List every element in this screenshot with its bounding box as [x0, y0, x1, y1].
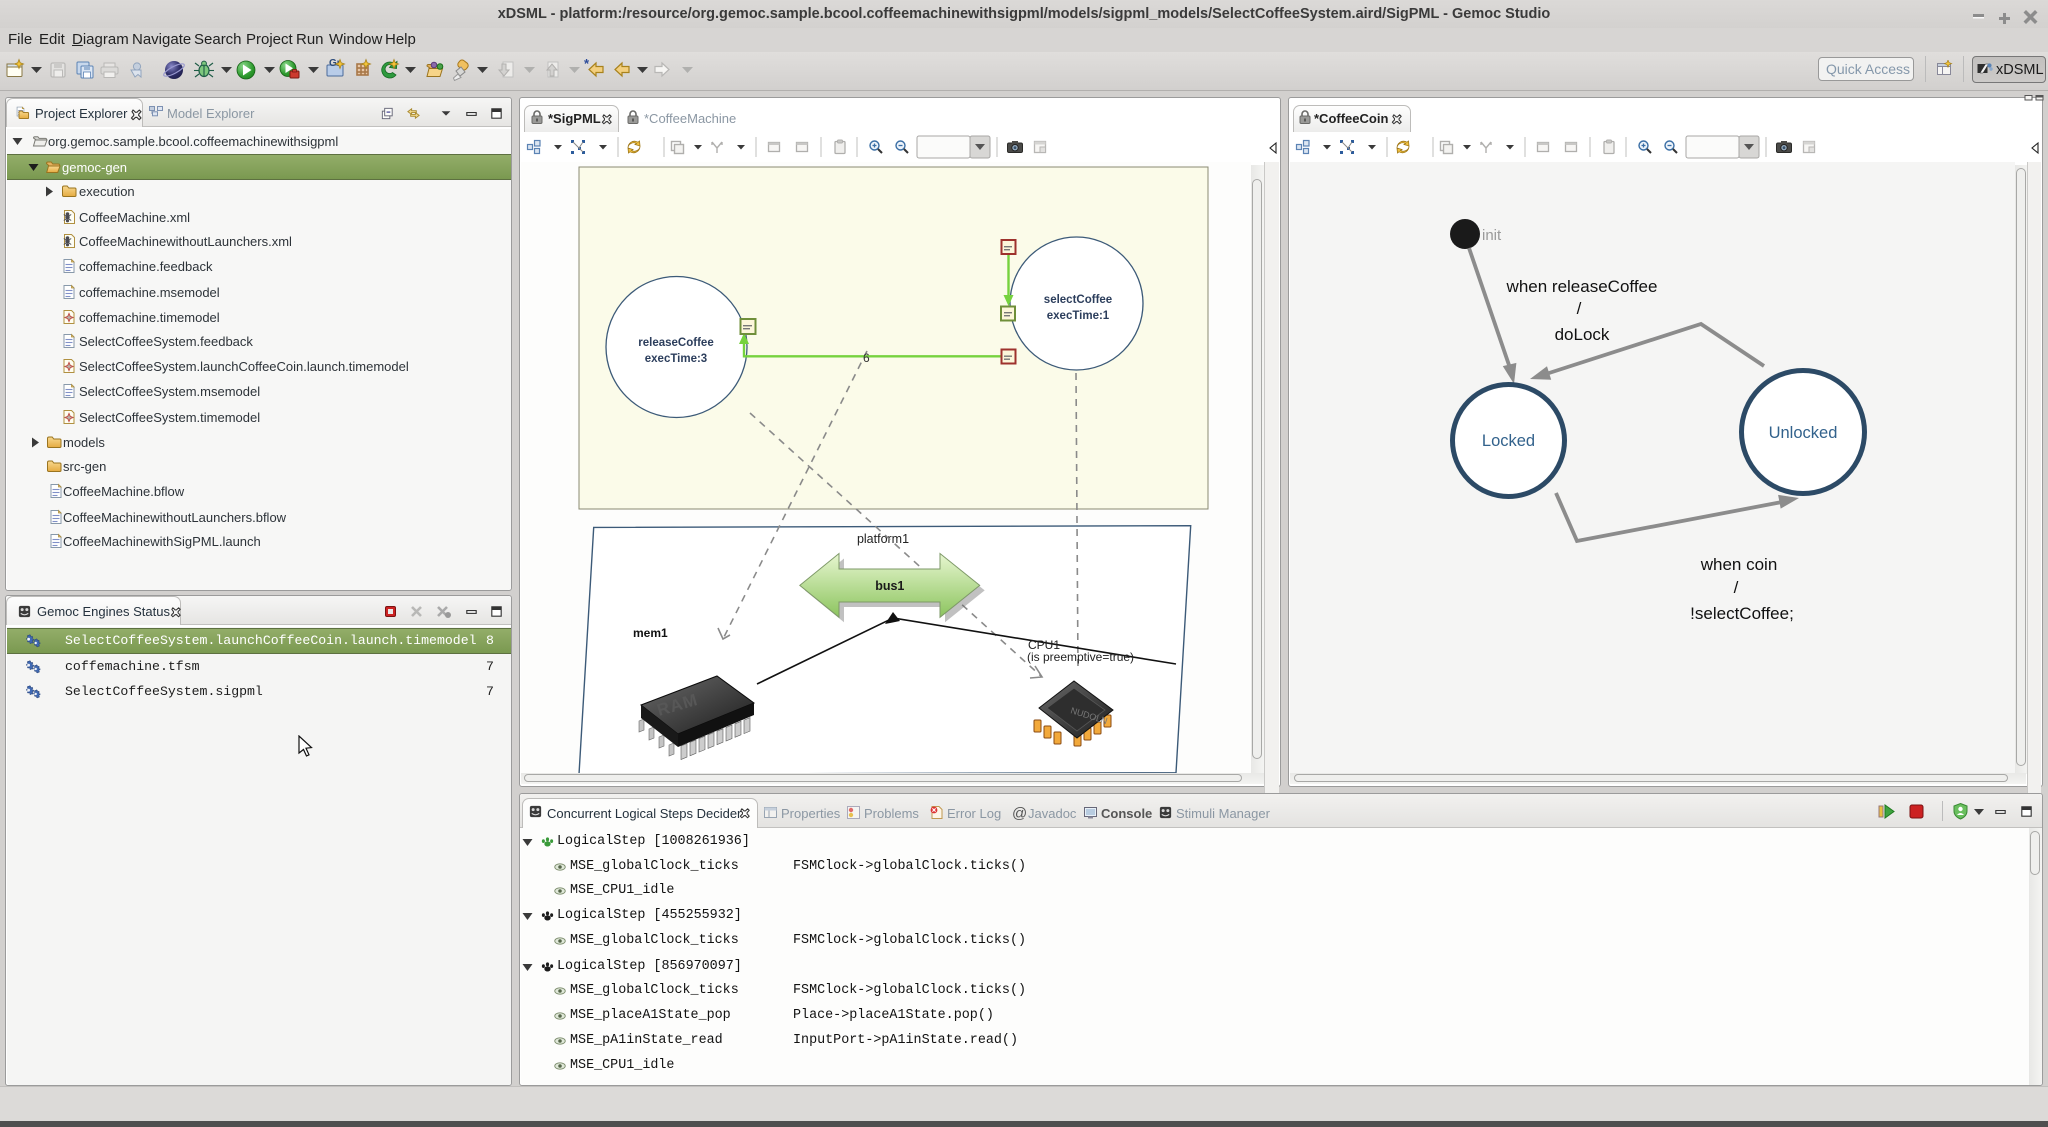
- svg-text:init: init: [1482, 227, 1502, 244]
- svg-text:mem1: mem1: [633, 626, 668, 640]
- svg-text:Unlocked: Unlocked: [1769, 424, 1838, 442]
- svg-text:bus1: bus1: [875, 579, 904, 593]
- svg-text:execTime:1: execTime:1: [1047, 310, 1110, 322]
- svg-text:doLock: doLock: [1555, 325, 1610, 344]
- svg-text:when releaseCoffee: when releaseCoffee: [1506, 277, 1658, 296]
- svg-text:!selectCoffee;: !selectCoffee;: [1690, 604, 1794, 623]
- svg-text:(is preemptive=true): (is preemptive=true): [1027, 650, 1134, 664]
- svg-text:releaseCoffee: releaseCoffee: [638, 337, 713, 349]
- svg-text:/: /: [1734, 578, 1739, 597]
- svg-text:platform1: platform1: [857, 532, 909, 546]
- svg-text:selectCoffee: selectCoffee: [1044, 294, 1112, 306]
- svg-text:when coin: when coin: [1700, 555, 1778, 574]
- svg-text:execTime:3: execTime:3: [645, 353, 707, 365]
- svg-text:Locked: Locked: [1482, 432, 1535, 450]
- svg-text:6: 6: [863, 351, 870, 365]
- svg-text:/: /: [1577, 299, 1582, 318]
